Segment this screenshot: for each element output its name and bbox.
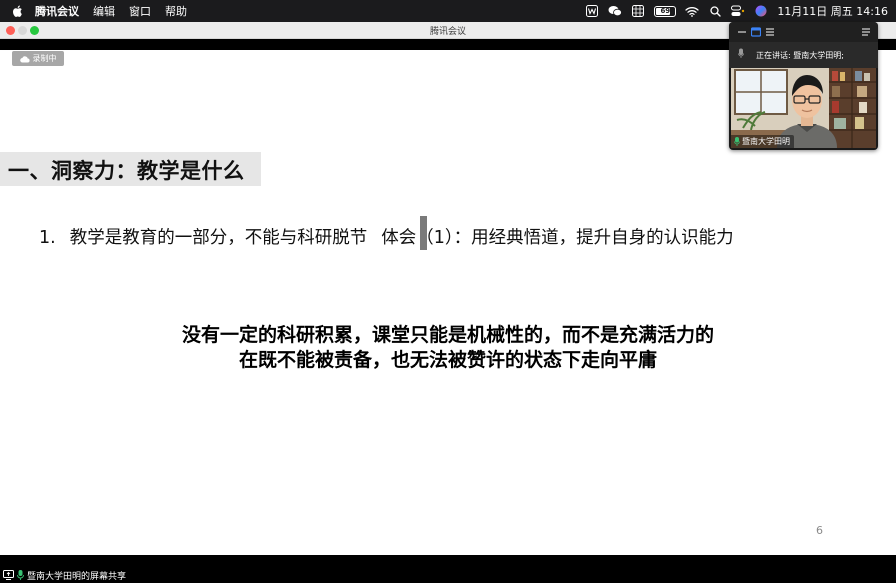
slide-heading: 一、洞察力：教学是什么 — [8, 159, 245, 183]
panel-menu-icon[interactable] — [860, 26, 872, 38]
minimize-panel-icon[interactable] — [736, 26, 748, 38]
slide-quote-line1: 没有一定的科研积累，课堂只能是机械性的，而不是充满活力的 — [181, 324, 714, 346]
text-cursor-marker — [420, 216, 427, 250]
speaking-label: 正在讲话: 暨南大学田明; — [756, 50, 844, 60]
macos-menubar: 腾讯会议 编辑 窗口 帮助 69 11月11日 周五 14:16 — [0, 0, 896, 22]
apple-icon[interactable] — [11, 4, 25, 18]
speaking-indicator: 正在讲话: 暨南大学田明; — [729, 42, 878, 68]
screen-share-label: 暨南大学田明的屏幕共享 — [27, 571, 127, 582]
slide-point-1: 1. 教学是教育的一部分，不能与科研脱节 体会（1）：用经典悟道，提升自身的认识能力 — [39, 224, 734, 249]
menubar-status-area: 69 11月11日 周五 14:16 — [585, 0, 888, 22]
menubar-clock[interactable]: 11月11日 周五 14:16 — [777, 3, 888, 19]
floating-video-panel[interactable]: 正在讲话: 暨南大学田明; 暨南大学田明 — [729, 22, 878, 150]
screen-share-icon[interactable] — [3, 570, 14, 580]
wps-icon[interactable] — [585, 4, 599, 18]
control-center-icon[interactable] — [731, 4, 745, 18]
point-number: 1. — [39, 228, 56, 248]
point-text-a: 教学是教育的一部分，不能与科研脱节 — [69, 228, 368, 248]
active-mic-icon — [734, 137, 740, 146]
wechat-icon[interactable] — [608, 4, 623, 18]
menu-app-name[interactable]: 腾讯会议 — [35, 3, 79, 19]
menu-edit[interactable]: 编辑 — [93, 3, 115, 19]
participant-name-tag: 暨南大学田明 — [731, 135, 794, 148]
recording-badge[interactable]: 录制中 — [12, 51, 64, 66]
grid-app-icon[interactable] — [631, 4, 645, 18]
spotlight-search-icon[interactable] — [708, 4, 722, 18]
screen-share-status-bar: 暨南大学田明的屏幕共享 — [0, 567, 896, 583]
slide-quote-line2: 在既不能被责备，也无法被赞许的状态下走向平庸 — [238, 349, 657, 371]
slide-page-number: 6 — [816, 524, 823, 537]
gallery-view-icon[interactable] — [764, 26, 776, 38]
point-text-b: 体会（1）：用经典悟道，提升自身的认识能力 — [381, 228, 734, 248]
recording-label: 录制中 — [32, 54, 57, 63]
menu-help[interactable]: 帮助 — [165, 3, 187, 19]
wifi-icon[interactable] — [685, 4, 699, 18]
video-panel-toolbar — [729, 22, 878, 42]
mic-icon[interactable] — [17, 570, 24, 580]
menu-window[interactable]: 窗口 — [129, 3, 151, 19]
speaking-mic-icon — [738, 48, 744, 58]
speaker-view-icon[interactable] — [750, 26, 762, 38]
participant-name: 暨南大学田明 — [742, 137, 790, 146]
cloud-record-icon — [19, 55, 30, 63]
siri-icon[interactable] — [754, 4, 768, 18]
battery-indicator[interactable]: 69 — [654, 5, 677, 17]
